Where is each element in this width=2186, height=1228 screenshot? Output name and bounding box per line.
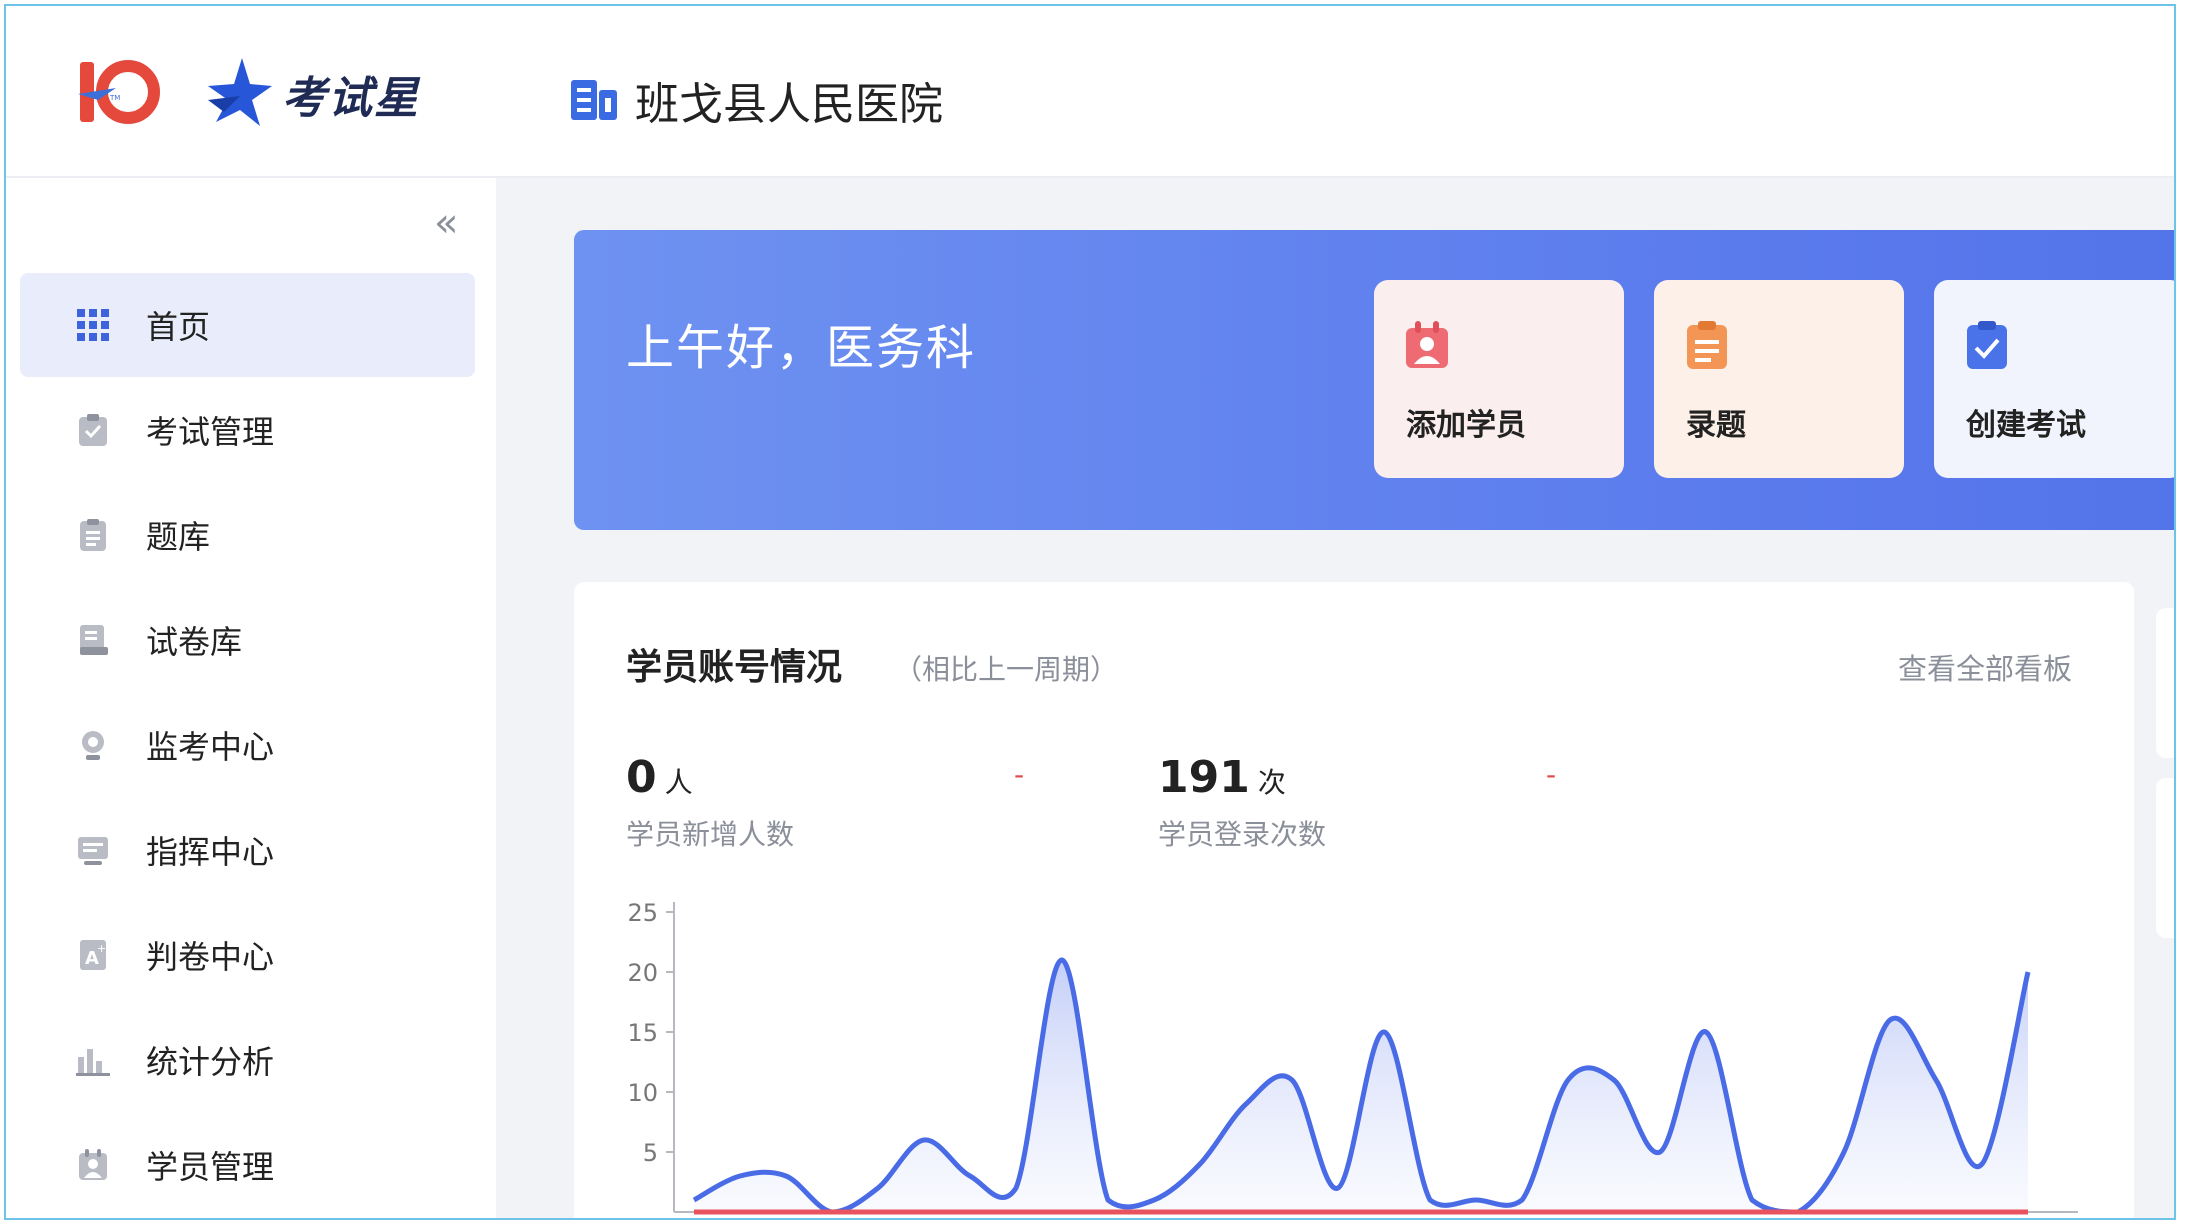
create-exam-button[interactable]: 创建考试 [1934, 280, 2174, 478]
sidebar-nav: 首页 考试管理 题库 试卷库 监考中心 指挥中心 A + 判卷中心 统计分析 学… [20, 273, 475, 1218]
org-name: 班戈县人民医院 [635, 79, 943, 130]
star-logo-icon [206, 56, 274, 132]
y-tick-label: 5 [643, 1139, 658, 1167]
y-tick-label: 20 [627, 959, 658, 987]
sidebar-item-student-management[interactable]: 学员管理 [20, 1113, 475, 1217]
svg-text:TM: TM [109, 94, 120, 102]
stat-delta: - [1546, 758, 1557, 791]
sidebar-item-label: 判卷中心 [146, 938, 275, 976]
collapse-sidebar-icon[interactable]: « [434, 200, 458, 246]
stat-label: 学员新增人数 [626, 818, 795, 851]
quick-action-label: 录题 [1686, 408, 1746, 443]
enter-question-button[interactable]: 录题 [1654, 280, 1904, 478]
sidebar-item-home[interactable]: 首页 [20, 273, 475, 377]
command-screen-icon [76, 833, 110, 867]
view-all-dashboards-link[interactable]: 查看全部看板 [1898, 646, 2072, 688]
brand-name: 考试星 [282, 73, 420, 124]
quick-action-label: 添加学员 [1406, 408, 1526, 443]
sidebar: « 首页 考试管理 题库 试卷库 监考中心 指挥中心 A + 判卷中心 统计分析… [6, 178, 494, 1218]
sidebar-item-statistics[interactable]: 统计分析 [20, 1008, 475, 1112]
sidebar-item-label: 试卷库 [146, 623, 243, 661]
document-list-icon [76, 518, 110, 552]
sidebar-item-label: 题库 [146, 518, 211, 556]
sidebar-item-grading-center[interactable]: A + 判卷中心 [20, 903, 475, 1007]
top-header: TM 考试星 班戈县人民医院 [6, 6, 2174, 178]
y-tick-label: 15 [627, 1019, 658, 1047]
add-student-icon [1404, 320, 1450, 374]
grid-icon [76, 308, 110, 342]
sidebar-item-label: 指挥中心 [146, 833, 275, 871]
y-tick-label: 10 [627, 1079, 658, 1107]
svg-text:+: + [97, 942, 106, 955]
brand[interactable]: 考试星 [206, 56, 420, 132]
building-icon [571, 76, 617, 124]
bar-chart-icon [76, 1043, 110, 1077]
stat-value: 0 [626, 752, 657, 803]
sidebar-item-exam-management[interactable]: 考试管理 [20, 378, 475, 482]
greeting-text: 上午好，医务科 [626, 320, 977, 376]
y-tick-label: 25 [627, 899, 658, 927]
stat-unit: 次 [1257, 766, 1286, 799]
card-title: 学员账号情况 [626, 647, 843, 688]
main-content: 上午好，医务科 添加学员 录题 创建考试 学员账号情况 （相比上一周期） 查看全… [496, 178, 2174, 1218]
side-panel-stub [2156, 608, 2174, 758]
add-student-button[interactable]: 添加学员 [1374, 280, 1624, 478]
quick-action-label: 创建考试 [1966, 408, 2086, 443]
organization: 班戈县人民医院 [571, 68, 943, 132]
user-badge-icon [76, 1148, 110, 1182]
paper-stack-icon [76, 623, 110, 657]
sidebar-item-proctoring-center[interactable]: 监考中心 [20, 693, 475, 797]
stat-label: 学员登录次数 [1158, 818, 1327, 851]
stat-value: 191 [1158, 752, 1250, 803]
create-exam-icon [1964, 320, 2010, 374]
sidebar-item-label: 统计分析 [146, 1043, 275, 1081]
camera-monitor-icon [76, 728, 110, 762]
sidebar-item-label: 首页 [146, 308, 211, 346]
sidebar-item-command-center[interactable]: 指挥中心 [20, 798, 475, 902]
welcome-banner: 上午好，医务科 添加学员 录题 创建考试 [574, 230, 2174, 530]
sidebar-item-label: 考试管理 [146, 413, 275, 451]
stat-new-students: 0人 学员新增人数 [626, 752, 794, 853]
sidebar-item-label: 学员管理 [146, 1148, 275, 1186]
account-status-card: 学员账号情况 （相比上一周期） 查看全部看板 0人 学员新增人数 - 191 次 … [574, 582, 2134, 1218]
clipboard-check-icon [76, 413, 110, 447]
anniversary-logo: TM [76, 58, 166, 128]
sidebar-item-paper-library[interactable]: 试卷库 [20, 588, 475, 692]
stat-delta: - [1014, 758, 1025, 791]
enter-question-icon [1684, 320, 1730, 374]
card-subtitle: （相比上一周期） [894, 653, 1119, 686]
series-area [694, 959, 2028, 1212]
sidebar-item-question-bank[interactable]: 题库 [20, 483, 475, 587]
side-panel-stub [2156, 778, 2174, 938]
stat-unit: 人 [664, 766, 693, 799]
app-window: TM 考试星 班戈县人民医院 « 首页 考试管理 题库 试卷库 监考中心 指挥中… [4, 4, 2176, 1220]
login-trend-chart: 51015202505-1205-1405-1605-1805-2005-220… [627, 899, 2078, 1215]
sidebar-item-label: 监考中心 [146, 728, 275, 766]
grading-icon: A + [76, 938, 110, 972]
stat-student-logins: 191 次 学员登录次数 [1158, 752, 1326, 853]
